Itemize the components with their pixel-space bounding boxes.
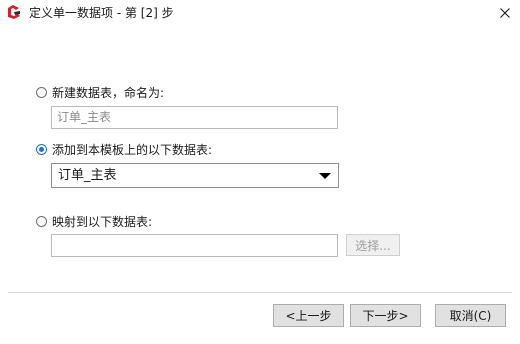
add-to-template-label[interactable]: 添加到本模板上的以下数据表: (52, 143, 212, 157)
template-table-selected-value: 订单_主表 (58, 168, 117, 183)
dropdown-arrow-icon (319, 173, 331, 179)
close-button[interactable] (490, 0, 520, 26)
next-step-button[interactable]: 下一步> (350, 304, 421, 327)
close-icon (500, 8, 510, 18)
app-logo-icon (5, 3, 23, 21)
radio-map-to-table[interactable] (36, 216, 47, 227)
template-table-select[interactable]: 订单_主表 (51, 163, 339, 188)
new-table-label[interactable]: 新建数据表，命名为: (52, 86, 164, 100)
radio-new-table[interactable] (36, 87, 47, 98)
map-to-table-label[interactable]: 映射到以下数据表: (52, 215, 152, 229)
map-table-input[interactable] (51, 234, 338, 257)
wizard-dialog: 定义单一数据项 - 第 [2] 步 新建数据表，命名为: 订单_主表 添加到本模… (0, 0, 520, 344)
radio-add-to-template[interactable] (36, 144, 47, 155)
cancel-button[interactable]: 取消(C) (435, 304, 506, 327)
footer-divider (8, 292, 512, 293)
select-table-button[interactable]: 选择... (346, 234, 400, 256)
new-table-name-input[interactable]: 订单_主表 (51, 106, 338, 129)
title-bar: 定义单一数据项 - 第 [2] 步 (0, 0, 520, 26)
window-title: 定义单一数据项 - 第 [2] 步 (29, 6, 174, 20)
previous-step-button[interactable]: <上一步 (273, 304, 344, 327)
